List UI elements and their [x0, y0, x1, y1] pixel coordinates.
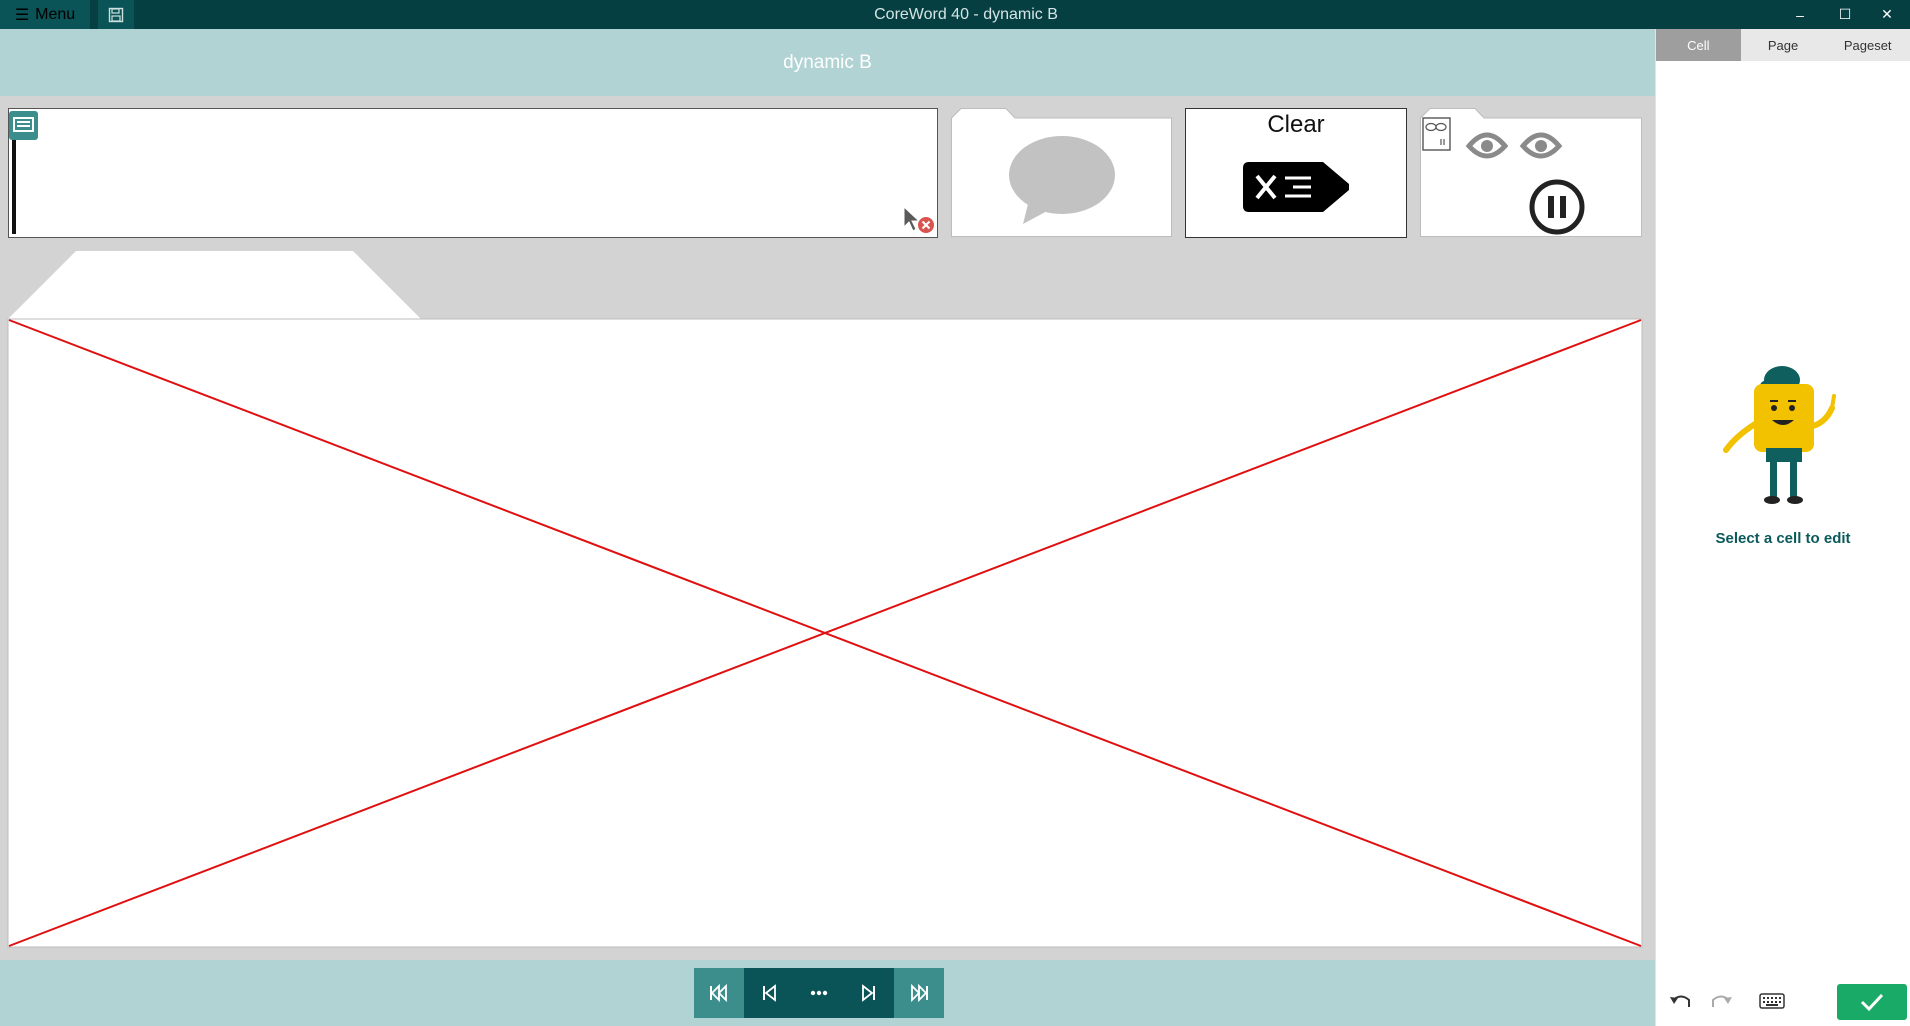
mascot-illustration: [1723, 366, 1836, 504]
message-window-icon: [9, 111, 38, 140]
window-title: CoreWord 40 - dynamic B: [874, 5, 1058, 23]
content-area-placeholder[interactable]: [0, 245, 1655, 960]
skip-to-start-icon: [710, 984, 727, 1002]
previous-icon: [763, 984, 776, 1002]
speak-cell[interactable]: [951, 108, 1172, 237]
more-options-button[interactable]: [794, 968, 844, 1018]
maximize-button[interactable]: ☐: [1824, 0, 1866, 29]
tab-page[interactable]: Page: [1741, 29, 1826, 61]
pointer-clear-icon[interactable]: [900, 205, 938, 237]
skip-to-end-icon: [911, 984, 928, 1002]
page-title: dynamic B: [0, 29, 1655, 96]
menu-label: Menu: [35, 5, 76, 23]
redo-button[interactable]: [1705, 986, 1737, 1016]
eye-gaze-pause-cell[interactable]: [1420, 108, 1642, 237]
keyboard-icon: [1759, 993, 1785, 1009]
next-page-button[interactable]: [844, 968, 894, 1018]
clear-label: Clear: [1267, 111, 1325, 138]
undo-icon: [1670, 995, 1690, 1007]
save-button[interactable]: [98, 0, 134, 29]
tab-cell[interactable]: Cell: [1656, 29, 1741, 61]
redo-icon: [1712, 995, 1732, 1007]
side-panel-tabs: Cell Page Pageset: [1656, 29, 1910, 61]
checkmark-icon: [1860, 993, 1884, 1012]
last-page-button[interactable]: [894, 968, 944, 1018]
select-cell-hint: Select a cell to edit: [1715, 530, 1851, 547]
page-navigation-controls: [694, 968, 944, 1018]
minimize-button[interactable]: –: [1779, 0, 1821, 29]
edit-side-panel: [1655, 29, 1910, 1026]
first-page-button[interactable]: [694, 968, 744, 1018]
ellipsis-icon: [810, 990, 828, 996]
clear-icon: [1243, 162, 1349, 212]
undo-button[interactable]: [1665, 986, 1697, 1016]
keyboard-button[interactable]: [1756, 986, 1788, 1016]
text-cursor: [12, 140, 16, 234]
menu-button[interactable]: ☰ Menu: [0, 0, 90, 29]
hamburger-icon: ☰: [14, 6, 30, 24]
previous-page-button[interactable]: [744, 968, 794, 1018]
clear-button[interactable]: Clear: [1185, 108, 1407, 238]
tab-pageset[interactable]: Pageset: [1825, 29, 1910, 61]
floppy-disk-icon: [108, 7, 124, 22]
close-window-button[interactable]: ✕: [1866, 0, 1908, 29]
small-eye-page-icon: [1422, 117, 1451, 151]
next-icon: [862, 984, 875, 1002]
confirm-button[interactable]: [1837, 984, 1907, 1020]
message-bar[interactable]: [8, 108, 938, 238]
